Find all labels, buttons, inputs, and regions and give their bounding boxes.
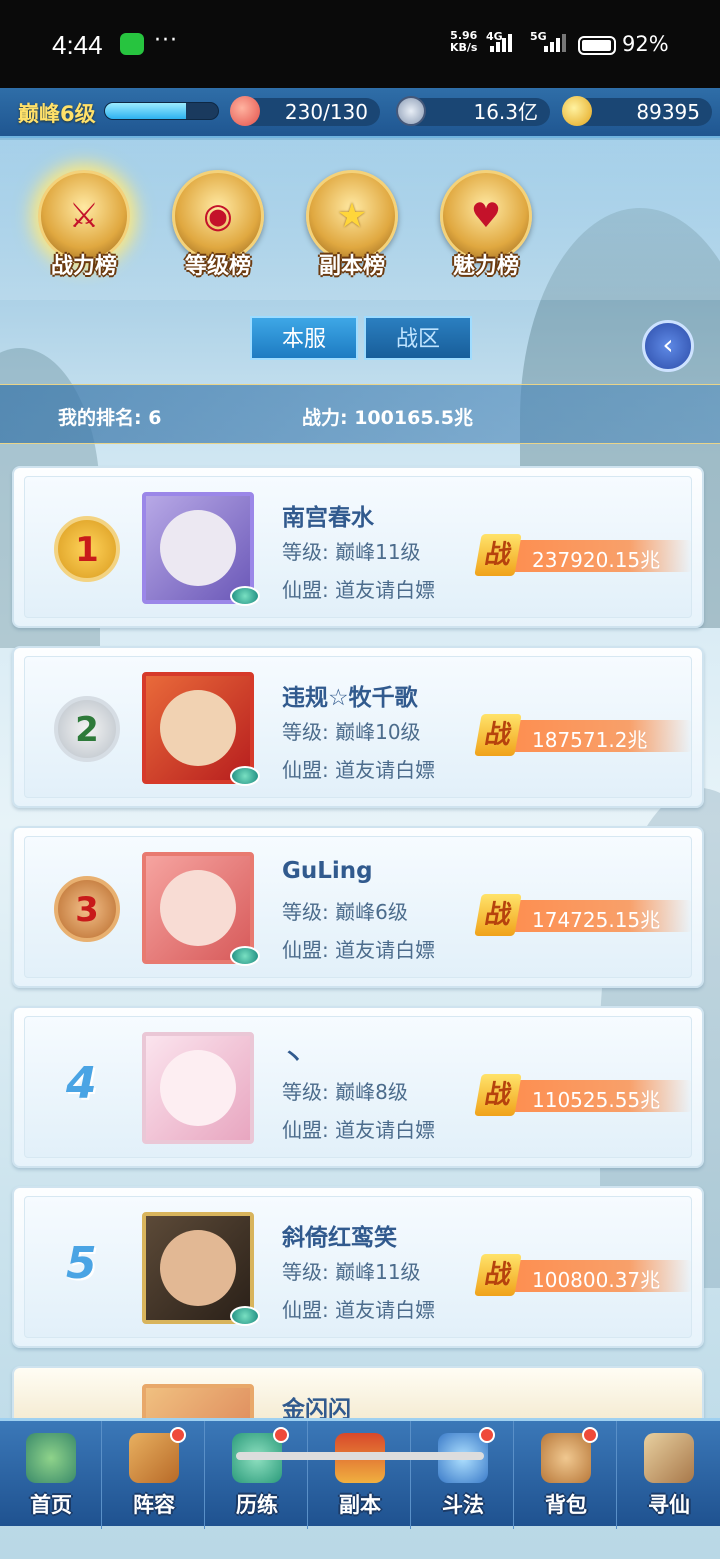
peach-icon	[230, 96, 260, 126]
home-island-icon	[26, 1433, 76, 1483]
player-avatar[interactable]	[142, 672, 260, 786]
notification-dot	[273, 1427, 289, 1443]
leaderboard-row[interactable]: 5 斜倚红鸾笑 等级: 巅峰11级 仙盟: 道友请白嫖 战 100800.37兆	[12, 1186, 704, 1348]
rank-badge-icon	[230, 946, 260, 966]
signal-4g-icon	[490, 34, 512, 52]
rank-badge-icon	[230, 586, 260, 606]
silver-medal-icon: 2	[54, 696, 120, 762]
player-name: GuLing	[282, 858, 373, 884]
battery-icon	[578, 36, 616, 55]
player-guild: 仙盟: 道友请白嫖	[282, 578, 436, 602]
gold-medal-icon: 1	[54, 516, 120, 582]
battle-icon: 战	[474, 894, 522, 936]
leaderboard-row[interactable]: 1 南宫春水 等级: 巅峰11级 仙盟: 道友请白嫖 战 237920.15兆	[12, 466, 704, 628]
player-level: 巅峰6级	[18, 102, 96, 126]
ranking-tabs: ⚔ 战力榜 ◉ 等级榜 ★ 副本榜 ♥ 魅力榜	[0, 140, 720, 300]
tab-charm-ranking[interactable]: ♥ 魅力榜	[426, 162, 546, 282]
player-level: 等级: 巅峰6级	[282, 900, 408, 924]
silver-coin-icon	[396, 96, 426, 126]
leaderboard-row[interactable]: 金闪闪	[12, 1366, 704, 1426]
player-level: 等级: 巅峰10级	[282, 720, 421, 744]
rank-badge-icon	[230, 1306, 260, 1326]
player-level: 等级: 巅峰8级	[282, 1080, 408, 1104]
nav-home[interactable]: 首页	[0, 1421, 102, 1529]
power-badge: 战 110525.55兆	[474, 1074, 692, 1116]
tab-war-region[interactable]: 战区	[364, 316, 472, 360]
nav-bag[interactable]: 背包	[515, 1421, 617, 1529]
nav-duel[interactable]: 斗法	[412, 1421, 514, 1529]
battle-icon: 战	[474, 534, 522, 576]
player-name: 丶	[282, 1045, 305, 1071]
nav-training[interactable]: 历练	[206, 1421, 308, 1529]
rank-number: 5	[66, 1238, 97, 1289]
player-avatar[interactable]	[142, 492, 260, 606]
tab-label: 战力榜	[50, 254, 117, 279]
leaderboard-row[interactable]: 4 丶 等级: 巅峰8级 仙盟: 道友请白嫖 战 110525.55兆	[12, 1006, 704, 1168]
tab-this-server[interactable]: 本服	[250, 316, 358, 360]
my-rank-banner: 我的排名: 6 战力: 100165.5兆	[0, 384, 720, 444]
xp-fill	[105, 103, 187, 119]
bottom-navigation: 首页 阵容 历练 副本 斗法 背包 寻仙	[0, 1418, 720, 1529]
power-value: 100800.37兆	[532, 1268, 661, 1292]
player-guild: 仙盟: 道友请白嫖	[282, 1118, 436, 1142]
power-value: 174725.15兆	[532, 908, 661, 932]
my-power: 战力: 100165.5兆	[302, 407, 473, 429]
player-guild: 仙盟: 道友请白嫖	[282, 938, 436, 962]
player-name: 斜倚红鸾笑	[282, 1225, 397, 1251]
nav-dungeon[interactable]: 副本	[309, 1421, 411, 1529]
tab-label: 副本榜	[318, 254, 385, 279]
player-avatar[interactable]	[142, 1032, 254, 1144]
scroll-icon	[644, 1433, 694, 1483]
notification-dot	[582, 1427, 598, 1443]
player-level: 等级: 巅峰11级	[282, 540, 421, 564]
player-guild: 仙盟: 道友请白嫖	[282, 758, 436, 782]
battle-icon: 战	[474, 1074, 522, 1116]
game-screen: 巅峰6级 230/130 16.3亿 89395 ⚔ 战力榜 ◉ 等级榜 ★ 副…	[0, 88, 720, 1559]
notification-dot	[479, 1427, 495, 1443]
player-avatar[interactable]	[142, 1212, 260, 1326]
power-value: 110525.55兆	[532, 1088, 661, 1112]
battery-percent: 92%	[622, 32, 669, 56]
player-avatar[interactable]	[142, 852, 260, 966]
battle-icon: 战	[474, 714, 522, 756]
power-badge: 战 237920.15兆	[474, 534, 692, 576]
xp-bar	[104, 102, 219, 120]
tab-level-ranking[interactable]: ◉ 等级榜	[158, 162, 278, 282]
bronze-medal-icon: 3	[54, 876, 120, 942]
player-level: 等级: 巅峰11级	[282, 1260, 421, 1284]
nav-seek-immortal[interactable]: 寻仙	[618, 1421, 720, 1529]
power-value: 187571.2兆	[532, 728, 648, 752]
resource-bar: 巅峰6级 230/130 16.3亿 89395	[0, 88, 720, 138]
back-arrow-icon[interactable]: ‹	[642, 320, 694, 372]
rank-badge-icon	[230, 766, 260, 786]
home-indicator[interactable]	[236, 1452, 484, 1460]
player-name: 违规☆牧千歌	[282, 685, 418, 711]
nav-lineup[interactable]: 阵容	[103, 1421, 205, 1529]
battle-icon: 战	[474, 1254, 522, 1296]
my-rank: 我的排名: 6	[58, 407, 162, 429]
gold-ingot-icon	[562, 96, 592, 126]
tab-label: 魅力榜	[452, 254, 519, 279]
tab-label: 等级榜	[184, 254, 251, 279]
clock: 4:44	[52, 30, 103, 60]
power-badge: 战 100800.37兆	[474, 1254, 692, 1296]
gold-counter[interactable]: 89395	[572, 98, 712, 126]
player-guild: 仙盟: 道友请白嫖	[282, 1298, 436, 1322]
player-name: 南宫春水	[282, 505, 374, 531]
power-value: 237920.15兆	[532, 548, 661, 572]
tab-power-ranking[interactable]: ⚔ 战力榜	[24, 162, 144, 282]
status-bar: 4:44 ··· 5.96 KB/s 4G 5G 92%	[0, 0, 720, 88]
more-notifications-icon: ···	[154, 28, 178, 53]
net-speed: 5.96 KB/s	[450, 29, 478, 54]
rank-number: 4	[66, 1058, 97, 1109]
tab-dungeon-ranking[interactable]: ★ 副本榜	[292, 162, 412, 282]
notification-dot	[170, 1427, 186, 1443]
signal-5g-icon	[544, 34, 566, 52]
leaderboard-row[interactable]: 2 违规☆牧千歌 等级: 巅峰10级 仙盟: 道友请白嫖 战 187571.2兆	[12, 646, 704, 808]
power-badge: 战 187571.2兆	[474, 714, 692, 756]
leaderboard-row[interactable]: 3 GuLing 等级: 巅峰6级 仙盟: 道友请白嫖 战 174725.15兆	[12, 826, 704, 988]
wechat-icon	[120, 33, 144, 55]
power-badge: 战 174725.15兆	[474, 894, 692, 936]
